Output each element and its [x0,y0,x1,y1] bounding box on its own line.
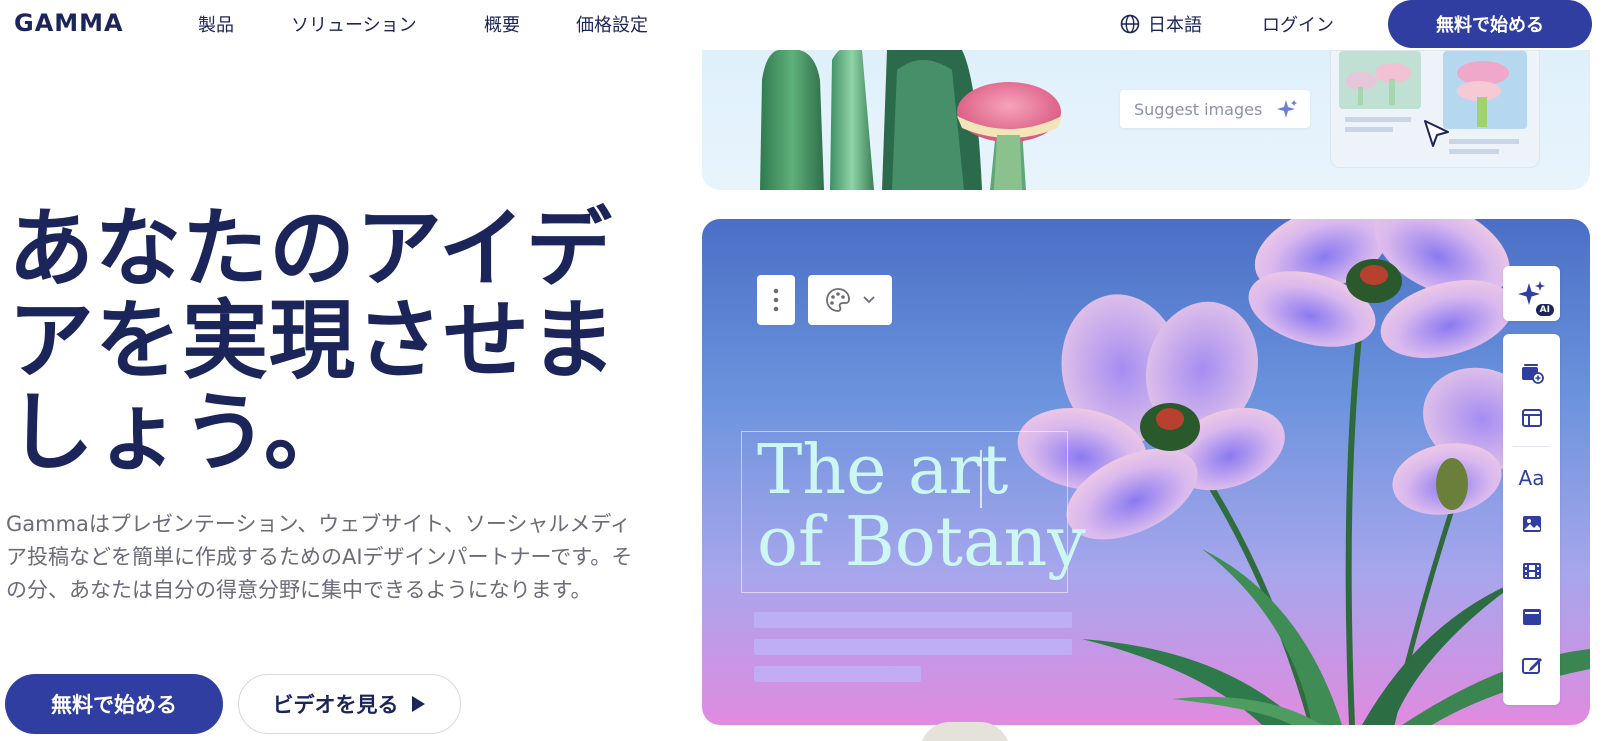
watch-video-button[interactable]: ビデオを見る [238,674,461,734]
text-cursor [980,450,982,508]
card-title[interactable]: The art of Botany [757,435,1086,579]
language-label: 日本語 [1148,15,1202,36]
suggest-images-label: Suggest images [1134,99,1263,119]
edit-icon [1521,658,1542,674]
nav-products[interactable]: 製品 [198,11,234,37]
play-icon [411,696,425,712]
edit-tool[interactable] [1503,645,1560,685]
login-link[interactable]: ログイン [1262,11,1334,37]
palette-icon [826,288,850,312]
embed-tool[interactable] [1503,597,1560,637]
language-selector[interactable]: 日本語 [1120,11,1202,37]
more-vertical-icon [773,288,779,312]
suggest-images-button[interactable]: Suggest images [1120,90,1310,128]
nav-solutions[interactable]: ソリューション [291,11,417,37]
gamma-logo[interactable]: GAMMA [14,9,124,37]
nav-about[interactable]: 概要 [484,11,520,37]
get-started-button[interactable]: 無料で始める [5,674,223,734]
chevron-down-icon [863,296,875,304]
video-icon [1522,563,1541,579]
layout-icon [1521,409,1542,427]
botany-card-preview: The art of Botany [702,219,1590,725]
theme-dropdown[interactable] [808,275,892,325]
embed-icon [1522,609,1541,625]
video-tool[interactable] [1503,551,1560,591]
toolbar-divider [1513,446,1550,447]
add-card-tool[interactable] [1503,352,1560,392]
layout-tool[interactable] [1503,398,1560,438]
nav-pricing[interactable]: 価格設定 [576,11,648,37]
card-title-line-2: of Botany [757,503,1086,582]
placeholder-line [754,666,921,682]
placeholder-line [754,639,1072,655]
add-card-icon [1521,364,1544,384]
site-header: GAMMA 製品 ソリューション 概要 価格設定 日本語 ログイン 無料で始める [0,0,1602,48]
ai-badge: AI [1535,304,1554,316]
image-thumbnails-panel [1330,50,1540,168]
watch-video-label: ビデオを見る [272,693,399,717]
card-menu-button[interactable] [757,275,795,325]
globe-icon [1120,14,1140,34]
image-suggest-preview: Suggest images [702,50,1590,190]
hero-description: Gammaはプレゼンテーション、ウェブサイト、ソーシャルメディア投稿などを簡単に… [6,512,633,602]
placeholder-line [754,612,1072,628]
header-cta-button[interactable]: 無料で始める [1388,0,1592,48]
text-style-tool[interactable]: Aa [1503,458,1560,498]
card-title-line-1: The art [757,431,1009,510]
insert-toolbar: Aa [1503,334,1560,705]
image-tool[interactable] [1503,504,1560,544]
text-style-label: Aa [1518,466,1545,490]
hero-headline: あなたのアイデアを実現させましょう。 [8,199,617,483]
sparkle-icon [1277,100,1298,118]
cursor-icon [1424,120,1449,147]
image-icon [1522,516,1541,532]
ai-assistant-button[interactable]: AI [1503,266,1560,321]
